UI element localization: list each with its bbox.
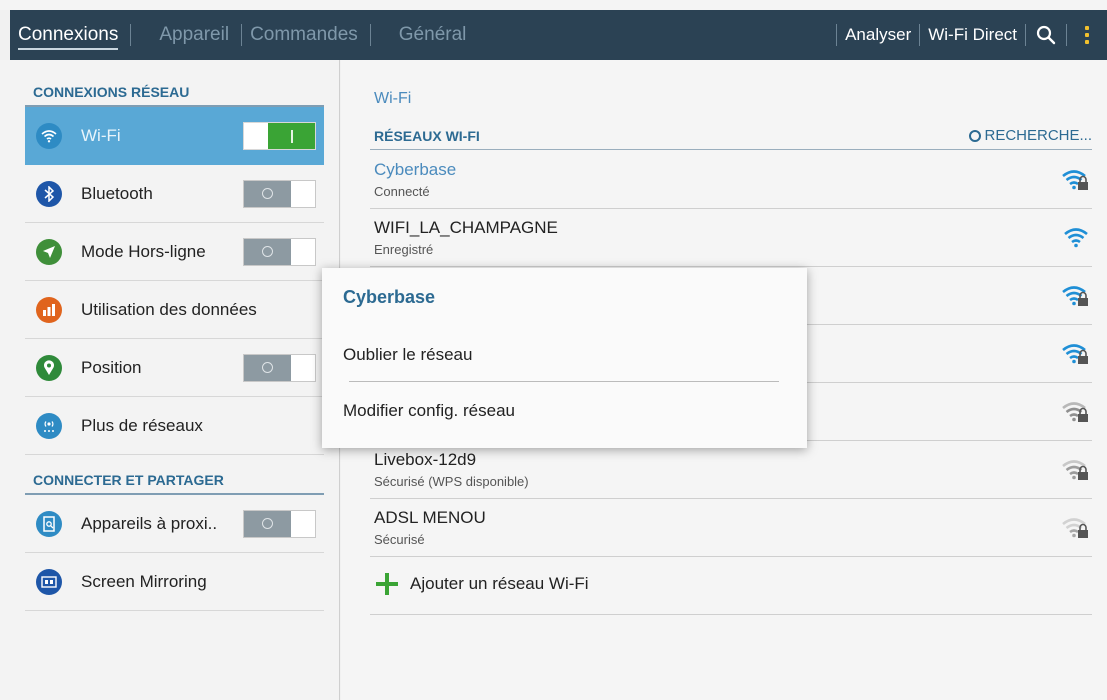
nearby-devices-toggle[interactable] (243, 509, 316, 538)
tab-appareil[interactable]: Appareil (131, 10, 241, 60)
nearby-devices-icon (36, 510, 62, 537)
sidebar-item-label: Bluetooth (81, 183, 153, 203)
overflow-menu-button[interactable] (1067, 10, 1107, 60)
network-item-livebox-12d9[interactable]: Livebox-12d9 Sécurisé (WPS disponible) (370, 441, 1092, 499)
sidebar-item-label: Screen Mirroring (81, 571, 207, 591)
airplane-mode-toggle[interactable] (243, 237, 316, 266)
position-toggle[interactable] (243, 353, 316, 382)
sidebar-item-screen-mirroring[interactable]: Screen Mirroring (25, 553, 324, 611)
networks-header: RÉSEAUX WI-FI RECHERCHE... (370, 122, 1092, 150)
sidebar-item-data-usage[interactable]: Utilisation des données (25, 281, 324, 339)
sidebar-item-label: Plus de réseaux (81, 415, 203, 435)
network-name: Livebox-12d9 (374, 450, 477, 469)
screen-mirroring-icon (36, 568, 62, 595)
scan-button[interactable]: RECHERCHE... (969, 127, 1092, 144)
tab-connexions[interactable]: Connexions (10, 10, 130, 60)
sidebar-item-label: Wi-Fi (81, 126, 121, 145)
sidebar-item-wifi[interactable]: Wi-Fi (25, 107, 324, 165)
plus-icon (376, 572, 398, 595)
forget-network-option[interactable]: Oublier le réseau (343, 327, 783, 382)
network-name: Cyberbase (374, 160, 457, 179)
wifi-signal-locked-icon (1062, 170, 1088, 190)
more-networks-icon (36, 412, 62, 439)
sidebar-item-label: Position (81, 357, 142, 377)
network-item-adsl-menou[interactable]: ADSL MENOU Sécurisé (370, 499, 1092, 557)
dialog-divider (349, 381, 779, 382)
bluetooth-toggle[interactable] (243, 179, 316, 208)
add-network-button[interactable]: Ajouter un réseau Wi-Fi (370, 553, 1092, 615)
network-item-cyberbase[interactable]: Cyberbase Connecté (370, 151, 1092, 209)
network-options-dialog: Cyberbase Oublier le réseau Modifier con… (322, 268, 807, 448)
modify-network-option[interactable]: Modifier config. réseau (343, 383, 783, 438)
dialog-title: Cyberbase (343, 287, 436, 307)
sidebar-item-airplane-mode[interactable]: Mode Hors-ligne (25, 223, 324, 281)
scanning-icon (969, 129, 982, 142)
tab-general[interactable]: Général (371, 10, 479, 60)
section-title-network-connections: CONNEXIONS RÉSEAU (33, 84, 190, 100)
search-icon (1036, 25, 1056, 45)
overflow-menu-icon (1085, 33, 1089, 37)
network-name: WIFI_LA_CHAMPAGNE (374, 218, 558, 237)
networks-header-label: RÉSEAUX WI-FI (374, 127, 480, 144)
search-button[interactable] (1026, 10, 1066, 60)
section-title-connect-share: CONNECTER ET PARTAGER (33, 472, 224, 488)
analyser-button[interactable]: Analyser (837, 10, 919, 60)
wifi-signal-weak-locked-icon (1062, 402, 1088, 422)
network-status: Sécurisé (374, 532, 425, 547)
wifi-toggle[interactable] (243, 122, 316, 150)
wifi-icon (36, 123, 62, 149)
sidebar-item-label: Utilisation des données (81, 299, 257, 319)
network-item-wifi-la-champagne[interactable]: WIFI_LA_CHAMPAGNE Enregistré (370, 209, 1092, 267)
location-icon (36, 354, 62, 381)
network-status: Connecté (374, 184, 430, 199)
tab-commandes[interactable]: Commandes (242, 10, 370, 60)
scan-label: RECHERCHE... (984, 127, 1092, 144)
wifi-signal-weak-locked-icon (1062, 518, 1088, 538)
sidebar-item-more-networks[interactable]: Plus de réseaux (25, 397, 324, 455)
sidebar-item-nearby-devices[interactable]: Appareils à proxi.. (25, 495, 324, 553)
network-name: ADSL MENOU (374, 508, 486, 527)
bluetooth-icon (36, 180, 62, 207)
status-bar (0, 0, 1107, 10)
sidebar-item-label: Mode Hors-ligne (81, 241, 206, 261)
wifi-direct-button[interactable]: Wi-Fi Direct (920, 10, 1025, 60)
add-network-label: Ajouter un réseau Wi-Fi (410, 573, 589, 593)
page-title: Wi-Fi (374, 90, 412, 107)
network-status: Sécurisé (WPS disponible) (374, 474, 529, 489)
settings-sidebar: CONNEXIONS RÉSEAU Wi-Fi Bluetooth Mode H… (0, 60, 340, 700)
sidebar-item-bluetooth[interactable]: Bluetooth (25, 165, 324, 223)
wifi-signal-locked-icon (1062, 286, 1088, 306)
sidebar-item-position[interactable]: Position (25, 339, 324, 397)
network-status: Enregistré (374, 242, 434, 257)
data-usage-icon (36, 296, 62, 323)
wifi-signal-icon (1064, 228, 1088, 248)
wifi-signal-weak-locked-icon (1062, 460, 1088, 480)
sidebar-item-label: Appareils à proxi.. (81, 513, 218, 533)
airplane-icon (36, 238, 62, 265)
action-bar: Connexions Appareil Commandes Général An… (10, 10, 1107, 60)
wifi-signal-locked-icon (1062, 344, 1088, 364)
